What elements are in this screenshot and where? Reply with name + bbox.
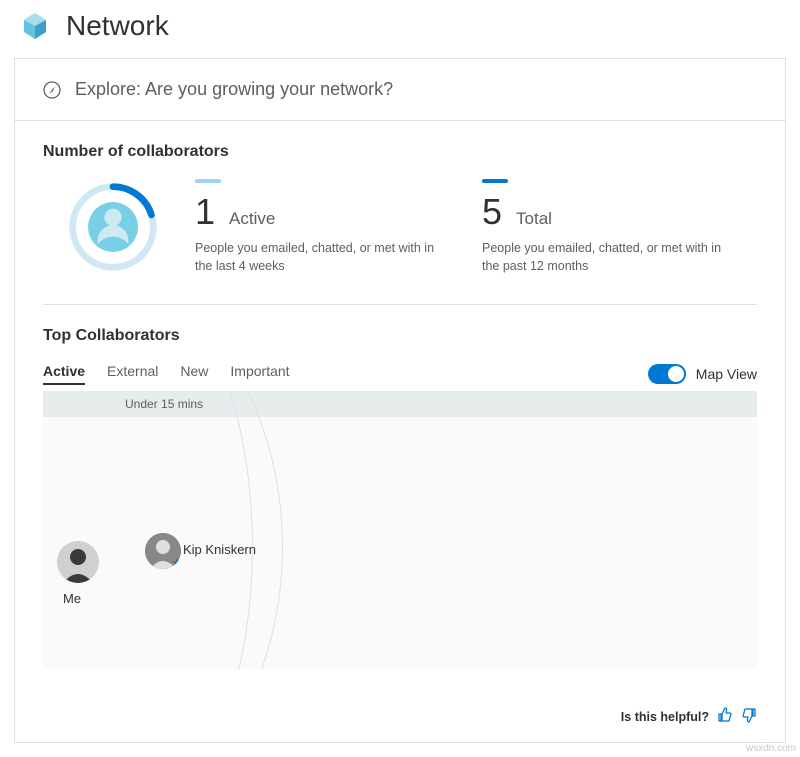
stat-total-desc: People you emailed, chatted, or met with… [482, 239, 727, 275]
donut-chart-icon [65, 179, 161, 275]
mapview-toggle-group: Map View [648, 364, 757, 384]
network-icon [20, 11, 50, 41]
collaborators-section: Number of collaborators 1 Active People … [15, 121, 785, 693]
thumbs-up-icon[interactable] [717, 707, 733, 726]
stat-total-value: 5 [482, 191, 502, 233]
tab-new[interactable]: New [180, 363, 208, 385]
main-card: Explore: Are you growing your network? N… [14, 58, 786, 743]
mapview-label: Map View [696, 366, 757, 382]
stat-active-label: Active [229, 209, 275, 229]
stat-total-label: Total [516, 209, 552, 229]
map-body: Me ★ Kip Kniskern [43, 417, 757, 669]
map-area: Under 15 mins Me [43, 391, 757, 669]
avatar-me[interactable] [57, 541, 99, 583]
stat-active-value: 1 [195, 191, 215, 233]
collaborators-donut [43, 179, 183, 280]
footer: Is this helpful? [15, 693, 785, 742]
tabs: Active External New Important [43, 363, 290, 385]
explore-title: Explore: Are you growing your network? [75, 79, 393, 100]
helpful-label: Is this helpful? [621, 710, 709, 724]
compass-icon [43, 81, 61, 99]
stat-total: 5 Total People you emailed, chatted, or … [482, 179, 757, 275]
collaborators-title: Number of collaborators [43, 143, 757, 161]
stats-row: 1 Active People you emailed, chatted, or… [43, 179, 757, 305]
collaborator-name: Kip Kniskern [183, 542, 256, 557]
page-header: Network [0, 0, 800, 58]
tab-external[interactable]: External [107, 363, 158, 385]
stat-active: 1 Active People you emailed, chatted, or… [195, 179, 470, 275]
thumbs-down-icon[interactable] [741, 707, 757, 726]
tab-active[interactable]: Active [43, 363, 85, 385]
me-label: Me [63, 591, 81, 606]
star-icon: ★ [171, 555, 181, 569]
stat-total-bar [482, 179, 508, 183]
person-icon [57, 541, 99, 583]
stat-active-desc: People you emailed, chatted, or met with… [195, 239, 440, 275]
avatar-collaborator[interactable]: ★ [145, 533, 181, 569]
watermark: wsxdn.com [746, 743, 796, 754]
mapview-toggle[interactable] [648, 364, 686, 384]
stat-active-bar [195, 179, 221, 183]
tab-important[interactable]: Important [230, 363, 289, 385]
top-collaborators-title: Top Collaborators [43, 327, 757, 345]
page-title: Network [66, 10, 169, 42]
explore-row[interactable]: Explore: Are you growing your network? [15, 59, 785, 121]
top-collaborators-section: Top Collaborators Active External New Im… [43, 305, 757, 669]
